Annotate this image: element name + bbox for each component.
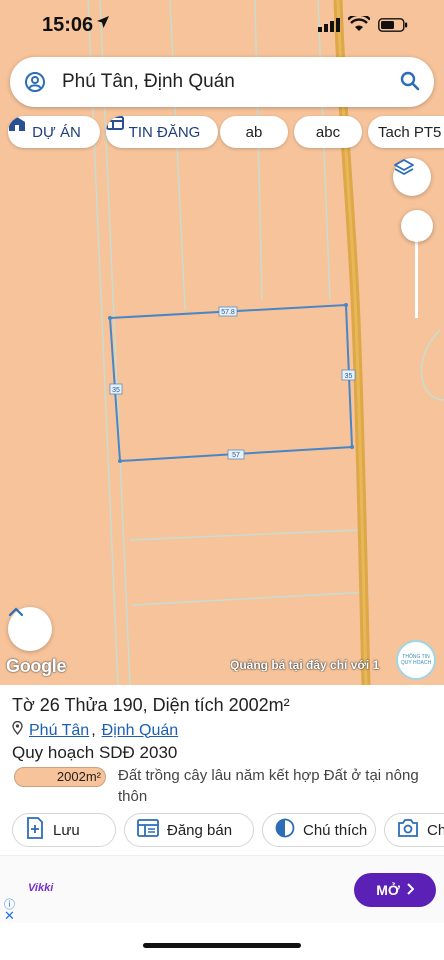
camera-icon: [397, 818, 419, 842]
chip-label: DỰ ÁN: [32, 123, 81, 141]
ad-close-icon[interactable]: ✕: [4, 908, 15, 924]
search-bar[interactable]: Phú Tân, Định Quán: [10, 57, 434, 107]
home-indicator[interactable]: [143, 943, 301, 948]
app-screen: 57.8 35 35 57 15:06 Phú Tân, Định Quán D…: [0, 0, 444, 960]
chip-label: Tach PT5: [378, 123, 442, 141]
chip-tach-pt5[interactable]: Tach PT5: [368, 116, 444, 148]
filter-chips: DỰ ÁN TIN ĐĂNG ab abc Tach PT5: [8, 116, 444, 148]
area-badge: 2002m²: [14, 767, 106, 787]
edge-label-left: 35: [112, 387, 120, 394]
parcel-title: Tờ 26 Thửa 190, Diện tích 2002m²: [12, 695, 290, 715]
chip-label: abc: [315, 123, 341, 141]
layers-button[interactable]: [393, 158, 431, 196]
chip-tin-dang[interactable]: TIN ĐĂNG: [106, 116, 218, 148]
post-sale-icon: [137, 819, 159, 841]
ad-cta-label: MỞ: [376, 882, 400, 898]
map-pin-icon: [12, 720, 23, 740]
edge-label-bottom: 57: [232, 452, 240, 459]
district-link[interactable]: Định Quán: [102, 722, 179, 740]
land-use-description: Đất trồng cây lâu năm kết hợp Đất ở tại …: [118, 767, 419, 805]
ad-brand-logo: Vikki: [28, 882, 54, 894]
legend-label: Chú thích: [303, 821, 368, 839]
post-sale-button[interactable]: Đăng bán: [124, 813, 254, 847]
chip-ab[interactable]: ab: [220, 116, 288, 148]
status-time: 15:06: [42, 14, 94, 36]
contrast-icon: [275, 818, 295, 842]
parcel-info-panel: Tờ 26 Thửa 190, Diện tích 2002m² Phú Tân…: [0, 685, 444, 960]
info-logo[interactable]: THÔNG TIN QUY HOẠCH: [396, 640, 436, 680]
save-button[interactable]: Lưu: [12, 813, 116, 847]
google-attribution: Google: [6, 656, 67, 676]
post-sale-label: Đăng bán: [167, 821, 233, 839]
promo-text[interactable]: Quảng bá tại đây chỉ với 1: [230, 658, 396, 672]
capture-label: Chụ: [427, 821, 444, 839]
edge-label-top: 57.8: [221, 309, 235, 316]
expand-up-button[interactable]: [8, 607, 52, 651]
opacity-slider-knob[interactable]: [401, 210, 433, 242]
chip-du-an[interactable]: DỰ ÁN: [8, 116, 100, 148]
chip-label: TIN ĐĂNG: [128, 123, 201, 141]
ad-banner[interactable]: Vikki ⓘ ✕ MỞ: [0, 855, 444, 923]
save-label: Lưu: [53, 821, 80, 839]
action-buttons: Lưu Đăng bán Chú thích Chụ: [10, 813, 444, 849]
chip-label: ab: [245, 123, 263, 141]
ad-open-button[interactable]: MỞ: [354, 873, 436, 907]
logo-text: THÔNG TIN QUY HOẠCH: [400, 654, 432, 666]
edge-label-right: 35: [345, 373, 353, 380]
search-query[interactable]: Phú Tân, Định Quán: [62, 71, 235, 93]
status-bar: 15:06: [0, 0, 444, 52]
bookmark-add-icon: [25, 817, 45, 843]
chevron-right-icon: [406, 882, 415, 898]
capture-button[interactable]: Chụ: [384, 813, 444, 847]
plan-title: Quy hoạch SDĐ 2030: [12, 743, 178, 762]
legend-button[interactable]: Chú thích: [262, 813, 376, 847]
chip-abc[interactable]: abc: [294, 116, 362, 148]
map-view[interactable]: 57.8 35 35 57 15:06 Phú Tân, Định Quán D…: [0, 0, 444, 685]
ward-link[interactable]: Phú Tân: [29, 722, 89, 740]
parcel-location: Phú Tân, Định Quán: [12, 720, 179, 740]
